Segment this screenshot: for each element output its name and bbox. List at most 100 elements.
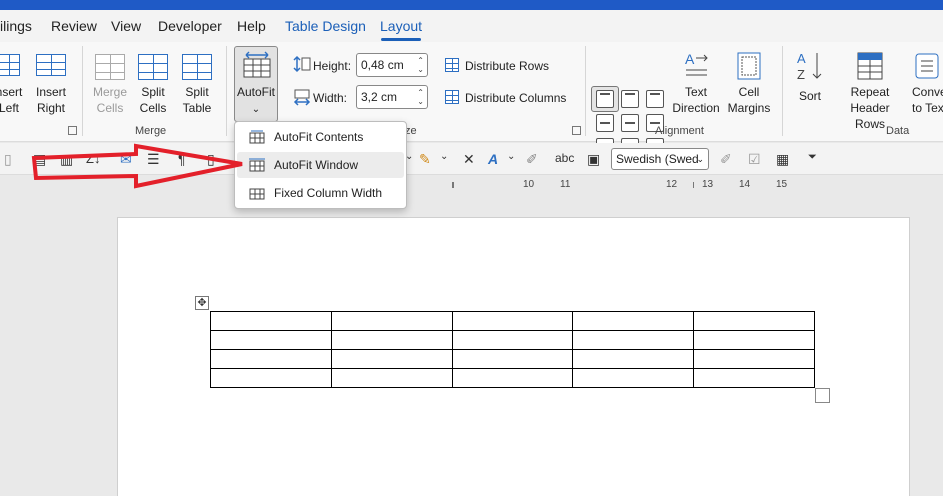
language-select[interactable]: Swedish (Swed ⌄ — [611, 148, 709, 170]
table-cell[interactable] — [572, 330, 695, 350]
table-cell[interactable] — [572, 311, 695, 331]
fixed-column-width-item[interactable]: Fixed Column Width — [237, 180, 404, 206]
table-cell[interactable] — [693, 330, 815, 350]
text-direction-button[interactable]: A Text Direction — [670, 48, 722, 122]
chevron-down-icon[interactable]: ⌄ — [507, 151, 515, 162]
accept-icon[interactable]: ☑ — [748, 151, 761, 168]
tab-view[interactable]: View — [111, 18, 141, 34]
table-cell[interactable] — [210, 311, 332, 331]
table-cell[interactable] — [330, 311, 453, 331]
table-cell[interactable] — [693, 311, 815, 331]
clear-formatting-icon[interactable]: ✕ — [463, 151, 475, 168]
spell-check-icon[interactable]: abc — [555, 151, 574, 165]
distribute-columns-button[interactable]: Distribute Columns — [443, 88, 573, 108]
insert-left-button[interactable]: nsert Left — [0, 48, 24, 122]
convert-to-text-button[interactable]: Conve to Tex — [908, 48, 943, 122]
table-cell[interactable] — [330, 349, 453, 369]
paragraph-marks-icon[interactable]: ¶ — [178, 151, 186, 167]
table-cell[interactable] — [210, 330, 332, 350]
convert-to-text-icon — [915, 53, 939, 79]
table-cell[interactable] — [210, 349, 332, 369]
autofit-button[interactable]: AutoFit ⌄ — [234, 46, 278, 122]
tab-layout[interactable]: Layout — [380, 18, 422, 34]
table-cell[interactable] — [451, 311, 574, 331]
split-cells-label-1: Split — [141, 85, 165, 99]
align-top-center-icon[interactable] — [621, 90, 639, 108]
align-center-icon[interactable] — [621, 114, 639, 132]
spelling-icon[interactable]: ▤ — [33, 151, 46, 168]
tab-mailings[interactable]: ilings — [0, 18, 32, 34]
text-effects-icon[interactable]: A — [488, 151, 498, 167]
chevron-down-icon[interactable]: ⌄ — [440, 151, 448, 162]
table-cell[interactable] — [693, 349, 815, 369]
width-input[interactable]: 3,2 cm ⌃ ⌄ — [356, 85, 428, 109]
table-row — [210, 349, 815, 369]
table-cell[interactable] — [572, 368, 695, 388]
edit-icon[interactable]: ✐ — [526, 151, 538, 168]
split-cells-button[interactable]: Split Cells — [134, 48, 172, 122]
active-tab-indicator — [381, 38, 421, 41]
autofit-contents-item[interactable]: AutoFit Contents — [237, 124, 404, 150]
tab-table-design[interactable]: Table Design — [285, 18, 366, 34]
table-cell[interactable] — [330, 368, 453, 388]
document-properties-icon[interactable]: ▣ — [587, 151, 600, 168]
spinner-arrows-icon[interactable]: ⌃ ⌄ — [417, 56, 424, 74]
autofit-contents-label: AutoFit Contents — [274, 130, 364, 144]
rows-columns-launcher-icon[interactable] — [68, 126, 77, 135]
cell-size-launcher-icon[interactable] — [572, 126, 581, 135]
tab-review[interactable]: Review — [51, 18, 97, 34]
align-top-left-icon[interactable] — [596, 90, 614, 108]
text-direction-label-2: Direction — [672, 101, 720, 115]
merge-cells-button[interactable]: Merge Cells — [90, 48, 130, 122]
text-direction-icon: A — [685, 51, 708, 76]
page-icon[interactable]: ▯ — [207, 151, 215, 168]
sort-button[interactable]: A Z Sort — [790, 48, 830, 122]
table-row — [210, 330, 815, 350]
tab-developer[interactable]: Developer — [158, 18, 222, 34]
repeat-header-rows-icon — [857, 52, 883, 80]
sort-icon[interactable]: Z↓ — [86, 151, 100, 166]
align-top-right-icon[interactable] — [646, 90, 664, 108]
repeat-header-label-1: Repeat — [850, 85, 890, 99]
table-cell[interactable] — [451, 368, 574, 388]
document-icon[interactable]: ▯ — [4, 151, 12, 168]
data-group-label: Data — [886, 125, 910, 137]
table-cell[interactable] — [451, 330, 574, 350]
tab-help[interactable]: Help — [237, 18, 266, 34]
mail-icon[interactable]: ✉ — [120, 151, 132, 168]
insert-left-label-1: nsert — [0, 85, 23, 99]
bullets-icon[interactable]: ☰ — [147, 151, 160, 168]
svg-text:Z: Z — [797, 67, 805, 82]
split-table-icon — [182, 54, 212, 80]
svg-text:A: A — [797, 51, 806, 66]
horizontal-ruler[interactable]: 6 7 8 9 10 11 12 13 14 15 — [0, 176, 943, 196]
word-count-icon[interactable]: ▥ — [60, 151, 73, 168]
table-cell[interactable] — [693, 368, 815, 388]
table-resize-handle[interactable] — [815, 388, 830, 403]
ruler-number: 14 — [739, 179, 751, 190]
table-cell[interactable] — [572, 349, 695, 369]
table-cell[interactable] — [451, 349, 574, 369]
highlight-icon[interactable]: ✎ — [419, 151, 431, 168]
table-cell[interactable] — [210, 368, 332, 388]
autofit-contents-icon — [249, 130, 265, 144]
distribute-rows-button[interactable]: Distribute Rows — [443, 56, 555, 76]
cell-margins-icon — [737, 52, 761, 80]
customize-toolbar-icon[interactable]: ⏷ — [808, 151, 817, 164]
autofit-window-item[interactable]: AutoFit Window — [237, 152, 404, 178]
track-changes-icon[interactable]: ✐ — [720, 151, 732, 168]
autofit-label: AutoFit — [236, 85, 275, 99]
document-table[interactable] — [210, 311, 815, 388]
language-value: Swedish (Swed — [616, 152, 699, 166]
group-separator — [226, 46, 227, 136]
cell-margins-button[interactable]: Cell Margins — [724, 48, 774, 122]
insert-right-button[interactable]: Insert Right — [32, 48, 70, 122]
height-input[interactable]: 0,48 cm ⌃ ⌄ — [356, 53, 428, 77]
table-cell[interactable] — [330, 330, 453, 350]
align-center-left-icon[interactable] — [596, 114, 614, 132]
repeat-header-rows-button[interactable]: Repeat Header Rows — [834, 48, 906, 131]
gridlines-icon[interactable]: ▦ — [776, 151, 789, 168]
spinner-arrows-icon[interactable]: ⌃ ⌄ — [417, 88, 424, 106]
table-move-handle-icon[interactable]: ✥ — [195, 296, 209, 310]
split-table-button[interactable]: Split Table — [178, 48, 216, 122]
